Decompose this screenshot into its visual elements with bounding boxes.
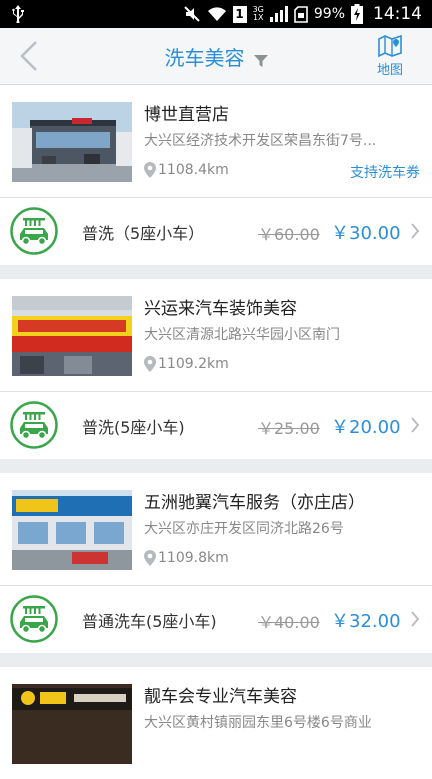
original-price: ￥60.00 — [258, 225, 320, 244]
shop-card[interactable]: 靓车会专业汽车美容 大兴区黄村镇丽园东里6号楼6号商业 — [0, 667, 432, 779]
chevron-right-icon — [411, 223, 420, 239]
shop-distance: 1109.2km — [144, 356, 229, 372]
service-name: 普通洗车(5座小车) — [82, 612, 217, 631]
shop-address: 大兴区黄村镇丽园东里6号楼6号商业 — [144, 715, 372, 731]
mute-icon — [183, 6, 200, 22]
title-bar: 洗车美容 地图 — [0, 28, 432, 85]
location-pin-icon — [144, 550, 156, 566]
coupon-tag: 支持洗车券 — [350, 165, 420, 181]
service-row[interactable]: 普通洗车(5座小车) ￥40.00 ￥32.00 — [0, 586, 432, 653]
map-button[interactable]: 地图 — [370, 34, 410, 78]
shop-card[interactable]: 兴运来汽车装饰美容 大兴区清源北路兴华园小区南门 1109.2km — [0, 279, 432, 391]
original-price: ￥25.00 — [258, 419, 320, 438]
shop-distance: 1109.8km — [144, 550, 229, 566]
location-pin-icon — [144, 356, 156, 372]
shop-address: 大兴区经济技术开发区荣昌东街7号... — [144, 133, 377, 149]
distance-value: 1108.4km — [158, 162, 229, 178]
shop-photo — [12, 684, 132, 764]
chevron-right-icon — [411, 611, 420, 627]
car-wash-icon — [10, 401, 58, 449]
signal-icon — [269, 6, 288, 22]
filter-icon[interactable] — [253, 54, 268, 68]
distance-value: 1109.2km — [158, 356, 229, 372]
service-row[interactable]: 普洗(5座小车) ￥25.00 ￥20.00 — [0, 392, 432, 459]
section-gap — [0, 265, 432, 279]
network-type-bottom: 1X — [252, 13, 264, 22]
service-row[interactable]: 普洗（5座小车） ￥60.00 ￥30.00 — [0, 198, 432, 265]
shop-name: 靓车会专业汽车美容 — [144, 687, 297, 707]
shop-card[interactable]: 五洲驰翼汽车服务（亦庄店） 大兴区亦庄开发区同济北路26号 1109.8km — [0, 473, 432, 585]
shop-list: 博世直营店 大兴区经济技术开发区荣昌东街7号... 1108.4km 支持洗车券… — [0, 85, 432, 779]
map-label: 地图 — [376, 63, 403, 78]
service-name: 普洗（5座小车） — [82, 224, 205, 243]
shop-address: 大兴区亦庄开发区同济北路26号 — [144, 521, 344, 537]
battery-percent: 99% — [313, 6, 345, 22]
shop-photo — [12, 102, 132, 182]
shop-photo — [12, 296, 132, 376]
clock: 14:14 — [373, 4, 422, 24]
title-group[interactable]: 洗车美容 — [0, 42, 432, 71]
discount-price: ￥30.00 — [331, 223, 401, 244]
section-gap — [0, 653, 432, 667]
car-wash-icon — [10, 595, 58, 643]
section-gap — [0, 459, 432, 473]
status-bar: 1 3G 1X 99% 14:14 — [0, 0, 432, 28]
service-name: 普洗(5座小车) — [82, 418, 185, 437]
discount-price: ￥32.00 — [331, 611, 401, 632]
shop-address: 大兴区清源北路兴华园小区南门 — [144, 327, 340, 343]
shop-name: 兴运来汽车装饰美容 — [144, 299, 297, 319]
sim-slot-number: 1 — [235, 6, 244, 21]
sdcard-icon — [294, 5, 308, 23]
shop-name: 五洲驰翼汽车服务（亦庄店） — [144, 493, 365, 513]
map-icon — [378, 34, 402, 58]
network-type: 3G 1X — [253, 6, 264, 22]
discount-price: ￥20.00 — [331, 417, 401, 438]
shop-photo — [12, 490, 132, 570]
shop-distance: 1108.4km — [144, 162, 229, 178]
page-title: 洗车美容 — [164, 46, 245, 70]
chevron-right-icon — [411, 417, 420, 433]
car-wash-icon — [10, 207, 58, 255]
shop-card[interactable]: 博世直营店 大兴区经济技术开发区荣昌东街7号... 1108.4km 支持洗车券 — [0, 85, 432, 197]
shop-name: 博世直营店 — [144, 105, 229, 125]
distance-value: 1109.8km — [158, 550, 229, 566]
battery-charging-icon — [351, 4, 363, 24]
wifi-icon — [207, 7, 226, 21]
usb-icon — [12, 5, 24, 23]
original-price: ￥40.00 — [258, 613, 320, 632]
sim-slot-badge: 1 — [232, 5, 247, 23]
location-pin-icon — [144, 162, 156, 178]
